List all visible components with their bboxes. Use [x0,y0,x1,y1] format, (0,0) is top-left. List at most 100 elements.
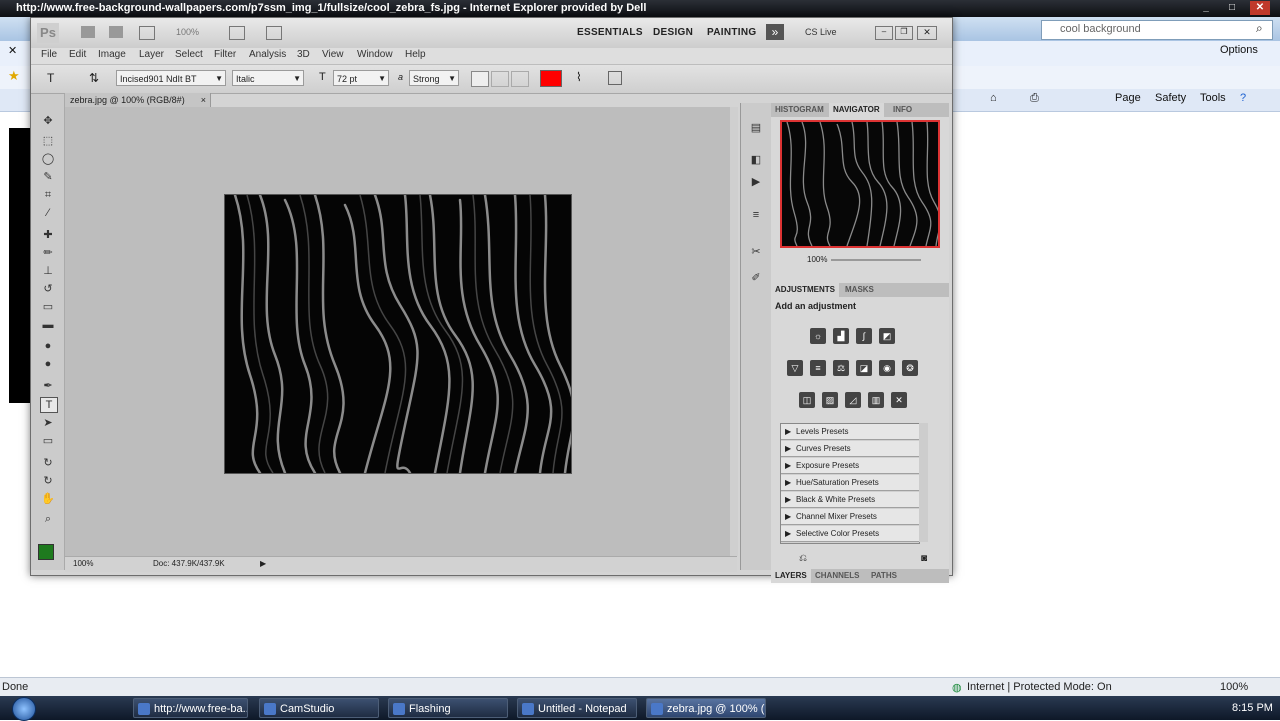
maximize-icon[interactable]: □ [1222,1,1242,15]
print-icon[interactable]: ⎙ [1030,92,1039,105]
ie-tools-menu[interactable]: Tools [1200,92,1226,104]
hand-tool-icon[interactable]: ✋ [40,492,56,506]
actions-panel-icon[interactable]: ▶ [748,175,764,189]
menu-help[interactable]: Help [405,49,426,60]
clip-to-layer-icon[interactable]: ◙ [921,553,927,564]
taskbar-item-notepad[interactable]: Untitled - Notepad [517,698,637,718]
foreground-color-swatch[interactable] [38,544,54,560]
hue-saturation-icon[interactable]: ≡ [810,360,826,376]
preset-levels[interactable]: ▶ Levels Presets [781,424,919,440]
pen-tool-icon[interactable]: ✒ [40,379,56,393]
return-to-list-icon[interactable]: ⎌ [799,553,807,564]
exposure-icon[interactable]: ◩ [879,328,895,344]
taskbar-item-camstudio[interactable]: CamStudio [259,698,379,718]
threshold-icon[interactable]: ◿ [845,392,861,408]
text-color-swatch[interactable] [540,70,562,87]
preset-exposure[interactable]: ▶ Exposure Presets [781,458,919,474]
view-extras-icon[interactable] [139,26,155,40]
crop-tool-icon[interactable]: ⌗ [40,188,56,202]
preset-black-white[interactable]: ▶ Black & White Presets [781,492,919,508]
ie-options[interactable]: Options [1220,44,1258,56]
tab-paths[interactable]: PATHS [867,569,901,583]
tab-masks[interactable]: MASKS [841,283,878,297]
curves-icon[interactable]: ∫ [856,328,872,344]
quick-select-tool-icon[interactable]: ✎ [40,170,56,184]
path-selection-tool-icon[interactable]: ➤ [40,416,56,430]
color-balance-icon[interactable]: ⚖ [833,360,849,376]
tab-channels[interactable]: CHANNELS [811,569,863,583]
align-right-icon[interactable] [511,71,529,87]
workspace-essentials[interactable]: ESSENTIALS [577,27,643,38]
channel-mixer-icon[interactable]: ❂ [902,360,918,376]
history-panel-icon[interactable]: ▤ [748,121,764,135]
tab-navigator[interactable]: NAVIGATOR [829,103,884,117]
brushes-panel-icon[interactable]: ✐ [748,271,764,285]
tab-info[interactable]: INFO [889,103,916,117]
document-close-icon[interactable]: × [201,93,206,107]
tool-presets-icon[interactable]: ✂ [748,245,764,259]
menu-select[interactable]: Select [175,49,203,60]
navigator-zoom-value[interactable]: 100% [807,255,827,264]
status-arrow-icon[interactable]: ▶ [260,559,266,568]
navigator-zoom-slider[interactable] [831,259,921,261]
zoom-level-combo[interactable]: 100% [176,27,199,37]
menu-3d[interactable]: 3D [297,49,310,60]
gradient-map-icon[interactable]: ▥ [868,392,884,408]
posterize-icon[interactable]: ▨ [822,392,838,408]
zoom-tool-icon[interactable]: ⌕ [40,512,56,526]
minibridge-icon[interactable] [109,26,123,38]
gradient-tool-icon[interactable]: ▬ [40,318,56,332]
character-panel-icon[interactable] [608,71,622,85]
search-icon[interactable]: ⌕ [1256,21,1263,36]
text-orientation-icon[interactable]: ⇅ [89,71,99,85]
font-size-select[interactable]: 72 pt ▼ [333,70,389,86]
eraser-tool-icon[interactable]: ▭ [40,300,56,314]
ie-search-box[interactable]: cool background [1041,20,1273,40]
brush-tool-icon[interactable]: ✏ [40,246,56,260]
tab-layers[interactable]: LAYERS [771,569,811,583]
3d-rotate-tool-icon[interactable]: ↻ [40,456,56,470]
taskbar-item-ie[interactable]: http://www.free-ba... [133,698,248,718]
warp-text-icon[interactable]: ⌇ [576,70,582,84]
blur-tool-icon[interactable]: ● [40,339,56,353]
levels-icon[interactable]: ▟ [833,328,849,344]
tab-adjustments[interactable]: ADJUSTMENTS [771,283,840,297]
ps-close-icon[interactable]: ✕ [917,26,937,40]
ie-page-menu[interactable]: Page [1115,92,1141,104]
antialias-select[interactable]: Strong ▼ [409,70,459,86]
type-tool-icon[interactable]: T [40,397,58,413]
ie-safety-menu[interactable]: Safety [1155,92,1186,104]
black-white-icon[interactable]: ◪ [856,360,872,376]
align-left-icon[interactable] [471,71,489,87]
clone-stamp-tool-icon[interactable]: ⊥ [40,264,56,278]
photo-filter-icon[interactable]: ◉ [879,360,895,376]
preset-selective-color[interactable]: ▶ Selective Color Presets [781,526,919,542]
taskbar-item-photoshop[interactable]: zebra.jpg @ 100% (R... [646,698,766,718]
cs-live-button[interactable]: CS Live [805,27,837,37]
ps-restore-icon[interactable]: ❐ [895,26,913,40]
document-zoom[interactable]: 100% [73,559,93,568]
presets-scrollbar[interactable] [919,423,928,542]
close-tab-icon[interactable]: ✕ [8,44,17,57]
type-tool-preset-icon[interactable]: T [47,71,54,85]
selective-color-icon[interactable]: ✕ [891,392,907,408]
menu-filter[interactable]: Filter [214,49,236,60]
preset-curves[interactable]: ▶ Curves Presets [781,441,919,457]
help-icon[interactable]: ? [1240,92,1246,104]
ps-minimize-icon[interactable]: – [875,26,893,40]
layer-comps-icon[interactable]: ≡ [748,209,764,223]
menu-image[interactable]: Image [98,49,126,60]
menu-edit[interactable]: Edit [69,49,86,60]
preset-hue-saturation[interactable]: ▶ Hue/Saturation Presets [781,475,919,491]
move-tool-icon[interactable]: ✥ [40,114,56,128]
invert-icon[interactable]: ◫ [799,392,815,408]
menu-window[interactable]: Window [357,49,393,60]
tab-histogram[interactable]: HISTOGRAM [771,103,828,117]
menu-file[interactable]: File [41,49,57,60]
zebra-image[interactable] [224,194,572,474]
history-brush-tool-icon[interactable]: ↺ [40,282,56,296]
workspace-painting[interactable]: PAINTING [707,27,756,38]
minimize-icon[interactable]: _ [1196,1,1216,15]
eyedropper-tool-icon[interactable]: ⁄ [40,206,56,220]
home-icon[interactable]: ⌂ [990,92,997,104]
